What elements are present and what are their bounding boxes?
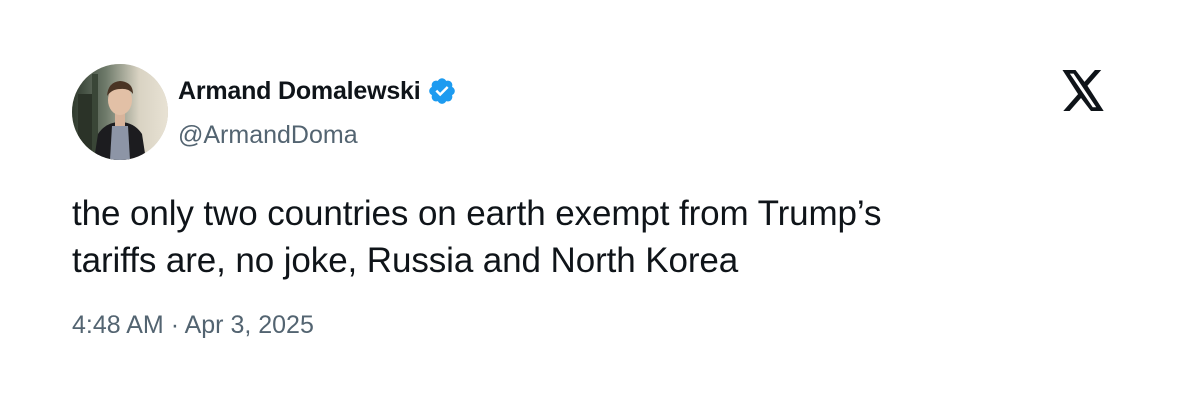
avatar-image [72,64,168,160]
tweet-time: 4:48 AM [72,311,164,339]
author-display-name[interactable]: Armand Domalewski [178,74,421,108]
author-name-row: Armand Domalewski [178,74,457,108]
tweet-date: Apr 3, 2025 [184,311,314,339]
tweet-text-line: the only two countries on earth exempt f… [72,194,882,233]
author-handle[interactable]: @ArmandDoma [178,118,358,152]
verified-badge-icon [427,76,457,106]
tweet-text: the only two countries on earth exempt f… [72,190,1112,284]
avatar[interactable] [72,64,168,160]
x-logo-icon[interactable] [1060,70,1106,112]
meta-separator: · [170,311,180,339]
tweet-timestamp[interactable]: 4:48 AM · Apr 3, 2025 [72,308,314,342]
tweet-card: Armand Domalewski @ArmandDoma the only t… [0,0,1180,408]
tweet-text-line: tariffs are, no joke, Russia and North K… [72,241,739,280]
